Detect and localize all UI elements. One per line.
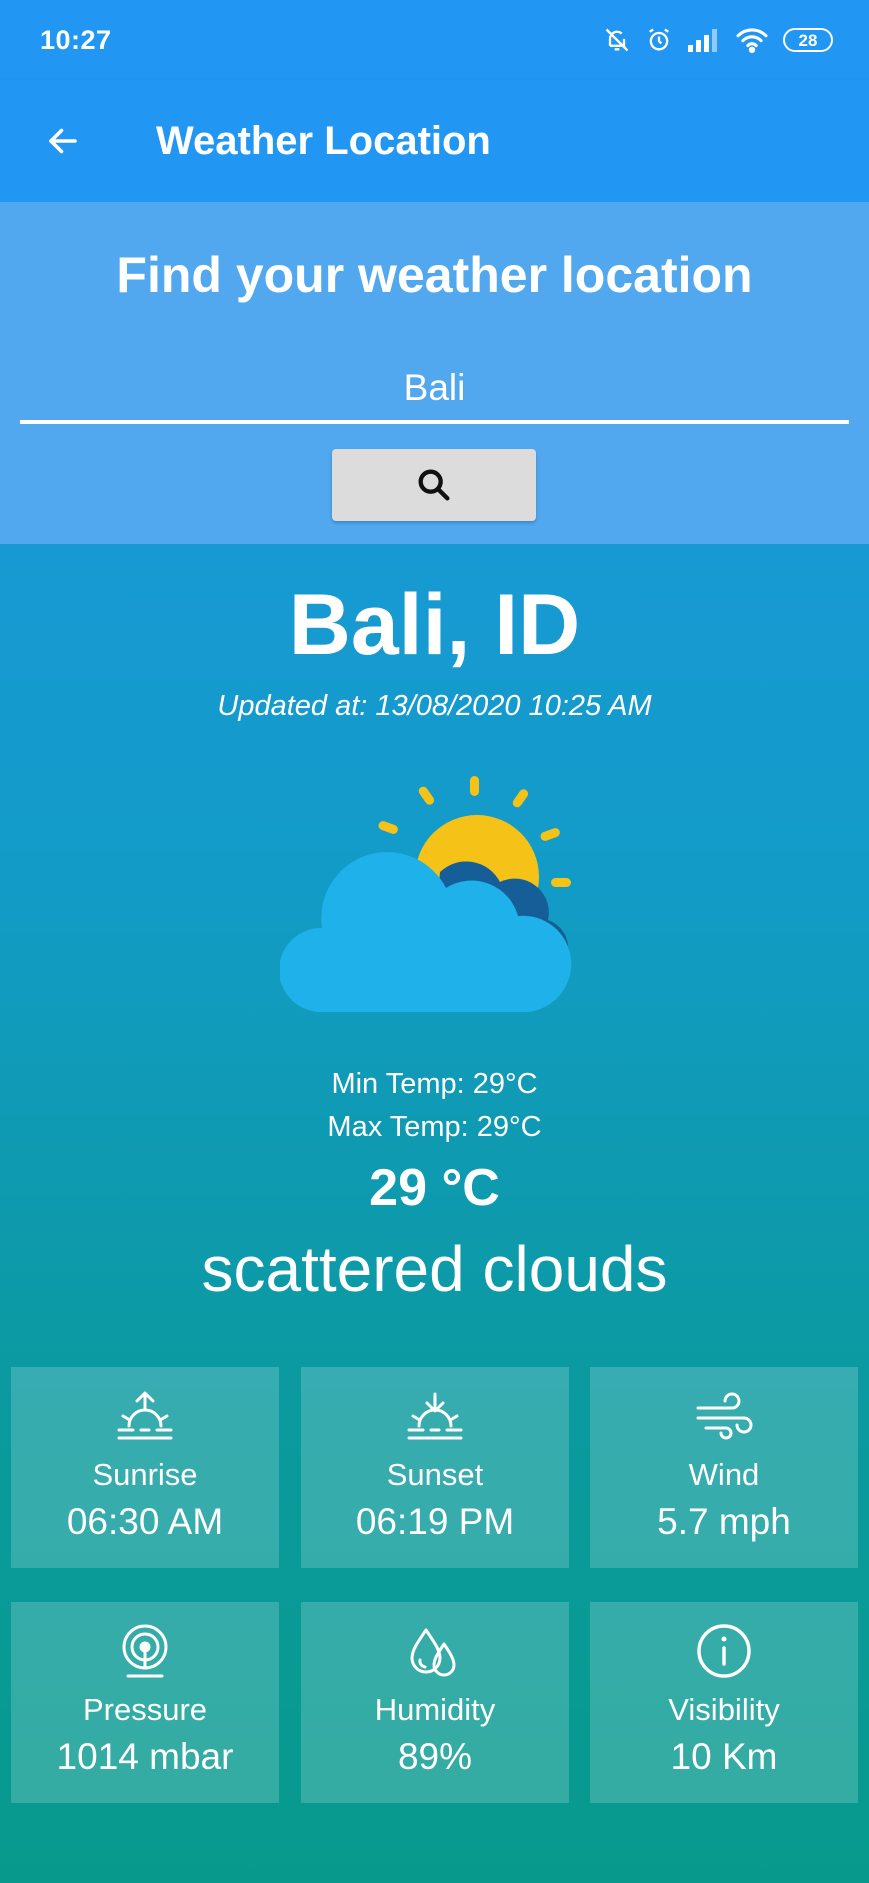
- detail-card-pressure: Pressure 1014 mbar: [11, 1602, 279, 1803]
- search-button[interactable]: [332, 449, 536, 521]
- sunrise-icon: [115, 1389, 175, 1443]
- wind-icon: [694, 1389, 754, 1443]
- card-label: Visibility: [668, 1692, 780, 1727]
- signal-icon: [687, 27, 721, 53]
- card-label: Sunrise: [92, 1457, 198, 1492]
- detail-card-visibility: Visibility 10 Km: [590, 1602, 858, 1803]
- card-label: Wind: [688, 1457, 760, 1492]
- card-label: Pressure: [82, 1692, 208, 1727]
- detail-card-humidity: Humidity 89%: [301, 1602, 569, 1803]
- alarm-icon: [645, 26, 673, 54]
- info-icon: [696, 1624, 752, 1678]
- card-value: 06:30 AM: [66, 1501, 224, 1542]
- current-temp: 29 °C: [369, 1159, 500, 1217]
- search-section: Find your weather location: [0, 202, 869, 544]
- detail-card-sunrise: Sunrise 06:30 AM: [11, 1367, 279, 1568]
- card-value: 89%: [397, 1736, 473, 1777]
- min-temp: Min Temp: 29°C: [331, 1068, 538, 1100]
- search-icon: [418, 469, 450, 501]
- app-title: Weather Location: [156, 118, 491, 163]
- card-value: 06:19 PM: [355, 1501, 515, 1542]
- arrow-left-icon: [49, 128, 77, 154]
- battery-indicator: 28: [783, 28, 833, 52]
- detail-card-wind: Wind 5.7 mph: [590, 1367, 858, 1568]
- search-heading: Find your weather location: [116, 247, 753, 303]
- wifi-icon: [735, 26, 769, 54]
- bell-muted-icon: [603, 26, 631, 54]
- card-value: 1014 mbar: [56, 1736, 234, 1777]
- partly-cloudy-icon: [280, 776, 572, 1012]
- status-time: 10:27: [40, 24, 112, 55]
- status-bar: 10:27 28: [0, 0, 869, 80]
- max-temp: Max Temp: 29°C: [327, 1111, 542, 1143]
- status-icons: 28: [603, 26, 833, 54]
- card-label: Humidity: [374, 1692, 496, 1727]
- pressure-icon: [118, 1624, 172, 1678]
- back-button[interactable]: [28, 106, 98, 176]
- sunset-icon: [405, 1389, 465, 1443]
- card-value: 5.7 mph: [657, 1501, 791, 1542]
- humidity-icon: [408, 1624, 462, 1678]
- app-bar: Weather Location: [0, 80, 869, 202]
- detail-card-sunset: Sunset 06:19 PM: [301, 1367, 569, 1568]
- location-search-input[interactable]: [20, 356, 849, 424]
- card-label: Sunset: [386, 1457, 484, 1492]
- updated-at: Updated at: 13/08/2020 10:25 AM: [217, 690, 652, 722]
- card-value: 10 Km: [670, 1736, 778, 1777]
- location-name: Bali, ID: [288, 577, 581, 673]
- weather-description: scattered clouds: [201, 1233, 668, 1305]
